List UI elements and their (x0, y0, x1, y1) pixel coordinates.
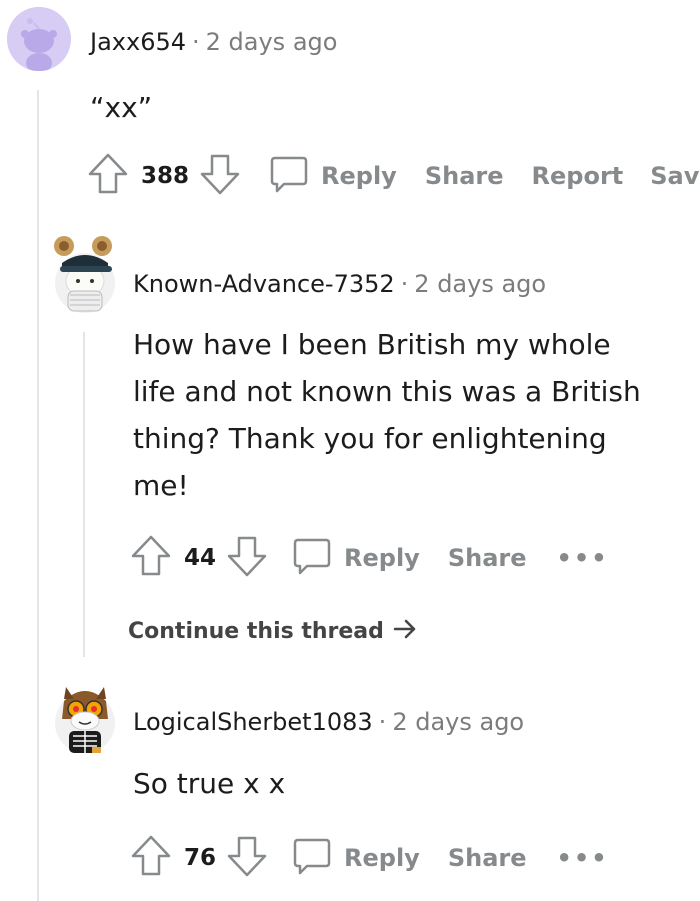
thread-line-main[interactable] (37, 90, 39, 901)
timestamp[interactable]: 2 days ago (392, 708, 524, 736)
arrow-right-icon (393, 619, 415, 639)
comment-body: “xx” (90, 91, 153, 124)
avatar[interactable] (52, 233, 118, 315)
score: 388 (141, 163, 190, 189)
comment-bubble-icon[interactable] (290, 534, 332, 582)
comment-meta: Known-Advance-7352 · 2 days ago (133, 269, 546, 299)
default-snoo-avatar-icon (7, 7, 71, 71)
thread-line-reply[interactable] (83, 332, 85, 657)
avatar[interactable] (7, 7, 71, 71)
share-button[interactable]: Share (425, 162, 504, 190)
comment-meta: Jaxx654 · 2 days ago (90, 27, 337, 57)
avatar[interactable] (52, 679, 118, 755)
separator: · (192, 28, 200, 56)
timestamp[interactable]: 2 days ago (206, 28, 338, 56)
comment-actions: 44 Reply Share ••• (130, 534, 609, 582)
downvote-icon[interactable] (226, 534, 268, 582)
report-button[interactable]: Report (532, 162, 624, 190)
share-button[interactable]: Share (448, 544, 527, 572)
share-button[interactable]: Share (448, 844, 527, 872)
score: 76 (184, 845, 217, 871)
more-options-icon[interactable]: ••• (557, 844, 609, 872)
comment-actions: 388 Reply Share Report Save (87, 152, 700, 200)
comment-meta: LogicalSherbet1083 · 2 days ago (133, 707, 524, 737)
downvote-icon[interactable] (226, 834, 268, 882)
username[interactable]: Jaxx654 (90, 28, 186, 56)
upvote-icon[interactable] (130, 834, 172, 882)
comment-actions: 76 Reply Share ••• (130, 834, 609, 882)
upvote-icon[interactable] (130, 534, 172, 582)
downvote-icon[interactable] (199, 152, 241, 200)
reply-button[interactable]: Reply (344, 844, 420, 872)
separator: · (400, 270, 409, 298)
reply-button[interactable]: Reply (344, 544, 420, 572)
continue-thread-label: Continue this thread (128, 619, 384, 644)
username[interactable]: Known-Advance-7352 (133, 270, 395, 298)
save-button[interactable]: Save (650, 162, 700, 190)
score: 44 (184, 545, 217, 571)
upvote-icon[interactable] (87, 152, 129, 200)
comment-bubble-icon[interactable] (267, 152, 309, 200)
reply-button[interactable]: Reply (321, 162, 397, 190)
more-options-icon[interactable]: ••• (557, 544, 609, 572)
snoo-mouse-ears-cap-avatar-icon (54, 236, 115, 313)
separator: · (378, 708, 387, 736)
continue-thread-link[interactable]: Continue this thread (128, 618, 418, 644)
timestamp[interactable]: 2 days ago (414, 270, 546, 298)
username[interactable]: LogicalSherbet1083 (133, 708, 373, 736)
snoo-owl-avatar-icon (55, 687, 115, 753)
comment-bubble-icon[interactable] (290, 834, 332, 882)
comment-body: So true x x (133, 767, 286, 800)
comment-body: How have I been British my whole life an… (133, 328, 641, 502)
